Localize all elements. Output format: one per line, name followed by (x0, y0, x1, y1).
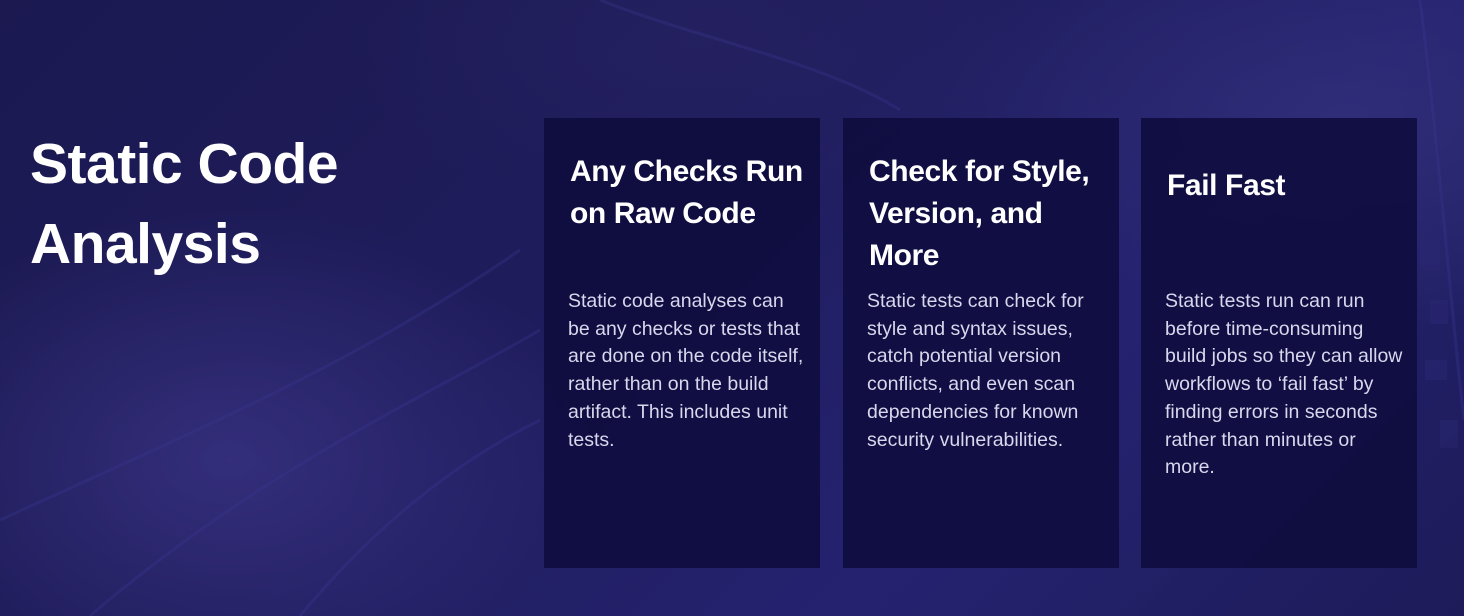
card-heading: Check for Style, Version, and More (869, 155, 1090, 272)
card-raw-code: Any Checks Run on Raw Code Static code a… (544, 118, 820, 568)
card-style-version: Check for Style, Version, and More Stati… (843, 118, 1119, 568)
card-body: Static code analyses can be any checks o… (568, 290, 804, 451)
card-fail-fast: Fail Fast Static tests run can run befor… (1141, 118, 1417, 568)
card-heading: Fail Fast (1167, 169, 1286, 202)
card-body: Static tests run can run before time-con… (1165, 290, 1403, 479)
card-body: Static tests can check for style and syn… (867, 290, 1084, 451)
card-heading: Any Checks Run on Raw Code (570, 155, 803, 230)
slide-title: Static Code Analysis (30, 132, 339, 276)
